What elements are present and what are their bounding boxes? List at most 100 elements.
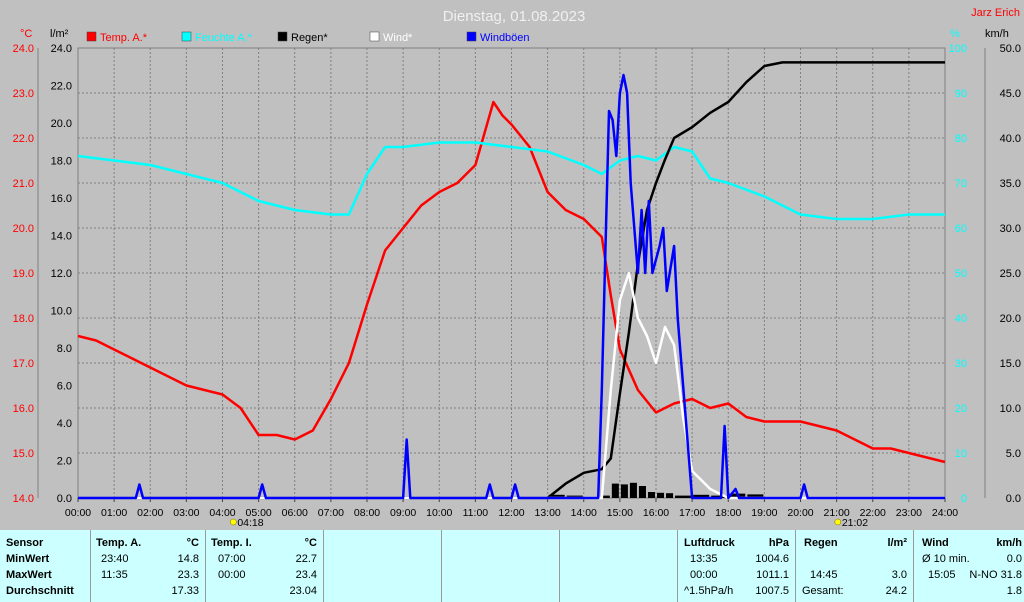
rain-tick-label: 18.0 bbox=[51, 156, 72, 168]
x-tick-label: 17:00 bbox=[679, 507, 705, 519]
humidity-tick-label: 60 bbox=[955, 223, 967, 235]
temp-a-unit: °C bbox=[186, 537, 199, 549]
rain-bar bbox=[629, 482, 637, 498]
wind-col: Wind km/h Ø 10 min. 0.0 15:05 N-NO 31.8 … bbox=[913, 530, 1024, 602]
row-label-avg: Durchschnitt bbox=[6, 585, 74, 597]
x-tick-label: 15:00 bbox=[607, 507, 633, 519]
wind-max-value: N-NO 31.8 bbox=[969, 569, 1022, 581]
rain-bar bbox=[611, 483, 619, 498]
temp-i-min-value: 22.7 bbox=[295, 553, 317, 565]
humidity-tick-label: 50 bbox=[955, 268, 967, 280]
legend-swatch bbox=[466, 31, 477, 42]
wind-tick-label: 40.0 bbox=[1000, 133, 1021, 145]
temp-tick-label: 18.0 bbox=[13, 313, 34, 325]
empty-col-2 bbox=[441, 530, 559, 602]
rain-tick-label: 4.0 bbox=[57, 418, 72, 430]
pressure-col: Luftdruck hPa 13:35 1004.6 00:00 1011.1 … bbox=[677, 530, 795, 602]
wind-tick-label: 20.0 bbox=[1000, 313, 1021, 325]
wind-tick-label: 25.0 bbox=[1000, 268, 1021, 280]
wind-tick-label: 0.0 bbox=[1006, 493, 1021, 505]
rain-bar bbox=[675, 495, 692, 498]
rain-total-value: 24.2 bbox=[885, 585, 907, 597]
temp-tick-label: 19.0 bbox=[13, 268, 34, 280]
temp-a-header: Temp. A. bbox=[96, 537, 142, 549]
temp-tick-label: 17.0 bbox=[13, 358, 34, 370]
temp-tick-label: 16.0 bbox=[13, 403, 34, 415]
x-tick-label: 01:00 bbox=[101, 507, 127, 519]
stats-table: Sensor MinWert MaxWert Durchschnitt Temp… bbox=[0, 530, 1024, 602]
wind-unit: km/h bbox=[996, 537, 1022, 549]
legend-label: Windböen bbox=[480, 32, 530, 44]
x-tick-label: 18:00 bbox=[715, 507, 741, 519]
humidity-tick-label: 80 bbox=[955, 133, 967, 145]
sensor-col: Sensor MinWert MaxWert Durchschnitt bbox=[0, 530, 90, 602]
legend-swatch bbox=[86, 31, 97, 42]
rain-tick-label: 12.0 bbox=[51, 268, 72, 280]
rain-tick-label: 14.0 bbox=[51, 231, 72, 243]
rain-bar bbox=[638, 486, 646, 498]
temp-i-header: Temp. I. bbox=[211, 537, 252, 549]
rain-unit: l/m² bbox=[887, 537, 907, 549]
temp-i-max-value: 23.4 bbox=[295, 569, 317, 581]
legend-label: Temp. A.* bbox=[100, 32, 148, 44]
x-tick-label: 02:00 bbox=[137, 507, 163, 519]
x-tick-label: 03:00 bbox=[173, 507, 199, 519]
sensor-header: Sensor bbox=[6, 537, 44, 549]
wind-max-time: 15:05 bbox=[928, 569, 956, 581]
rain-bar bbox=[602, 495, 610, 498]
x-tick-label: 12:00 bbox=[498, 507, 524, 519]
temp-i-avg-value: 23.04 bbox=[289, 585, 317, 597]
humidity-tick-label: 40 bbox=[955, 313, 967, 325]
row-label-min: MinWert bbox=[6, 553, 50, 565]
temp-tick-label: 14.0 bbox=[13, 493, 34, 505]
temp-a-min-value: 14.8 bbox=[177, 553, 199, 565]
humidity-tick-label: 0 bbox=[961, 493, 967, 505]
rain-tick-label: 24.0 bbox=[51, 43, 72, 55]
temp-i-unit: °C bbox=[304, 537, 317, 549]
humidity-tick-label: 90 bbox=[955, 88, 967, 100]
temp-a-max-time: 11:35 bbox=[101, 569, 128, 581]
x-tick-label: 10:00 bbox=[426, 507, 452, 519]
rain-tick-label: 22.0 bbox=[51, 81, 72, 93]
temp-a-col: Temp. A. °C 23:40 14.8 11:35 23.3 17.33 bbox=[90, 530, 205, 602]
rain-tick-label: 20.0 bbox=[51, 118, 72, 130]
pressure-max-time: 00:00 bbox=[690, 569, 718, 581]
rain-bar bbox=[666, 493, 674, 498]
temp-i-col: Temp. I. °C 07:00 22.7 00:00 23.4 23.04 bbox=[205, 530, 323, 602]
x-tick-label: 08:00 bbox=[354, 507, 380, 519]
x-tick-label: 24:00 bbox=[932, 507, 958, 519]
row-label-max: MaxWert bbox=[6, 569, 52, 581]
x-tick-label: 06:00 bbox=[282, 507, 308, 519]
rain-bar bbox=[657, 492, 665, 498]
wind-current-value: 0.0 bbox=[1006, 553, 1022, 565]
wind-tick-label: 35.0 bbox=[1000, 178, 1021, 190]
temp-tick-label: 20.0 bbox=[13, 223, 34, 235]
x-tick-label: 04:00 bbox=[209, 507, 235, 519]
wind-tick-label: 30.0 bbox=[1000, 223, 1021, 235]
chart-title: Dienstag, 01.08.2023 bbox=[443, 8, 586, 25]
x-tick-label: 13:00 bbox=[534, 507, 560, 519]
rain-total-label: Gesamt: bbox=[802, 585, 844, 597]
legend-label: Wind* bbox=[383, 32, 413, 44]
x-tick-label: 09:00 bbox=[390, 507, 416, 519]
rain-tick-label: 16.0 bbox=[51, 193, 72, 205]
weather-chart: Dienstag, 01.08.2023 Jarz Erich °C l/m² … bbox=[0, 0, 1024, 530]
unit-rain: l/m² bbox=[50, 28, 69, 40]
rain-tick-label: 6.0 bbox=[57, 381, 72, 393]
humidity-tick-label: 20 bbox=[955, 403, 967, 415]
unit-temp: °C bbox=[20, 28, 32, 40]
x-tick-label: 00:00 bbox=[65, 507, 91, 519]
pressure-min-time: 13:35 bbox=[690, 553, 718, 565]
unit-humidity: % bbox=[950, 28, 960, 40]
humidity-tick-label: 100 bbox=[949, 43, 967, 55]
temp-a-max-value: 23.3 bbox=[177, 569, 199, 581]
wind-tick-label: 50.0 bbox=[1000, 43, 1021, 55]
x-tick-label: 14:00 bbox=[571, 507, 597, 519]
rain-header: Regen bbox=[804, 537, 838, 549]
wind-tick-label: 5.0 bbox=[1006, 448, 1021, 460]
rain-tick-label: 2.0 bbox=[57, 456, 72, 468]
wind-tick-label: 10.0 bbox=[1000, 403, 1021, 415]
temp-tick-label: 22.0 bbox=[13, 133, 34, 145]
wind-avg-value: 1.8 bbox=[1006, 585, 1022, 597]
temp-i-max-time: 00:00 bbox=[218, 569, 246, 581]
